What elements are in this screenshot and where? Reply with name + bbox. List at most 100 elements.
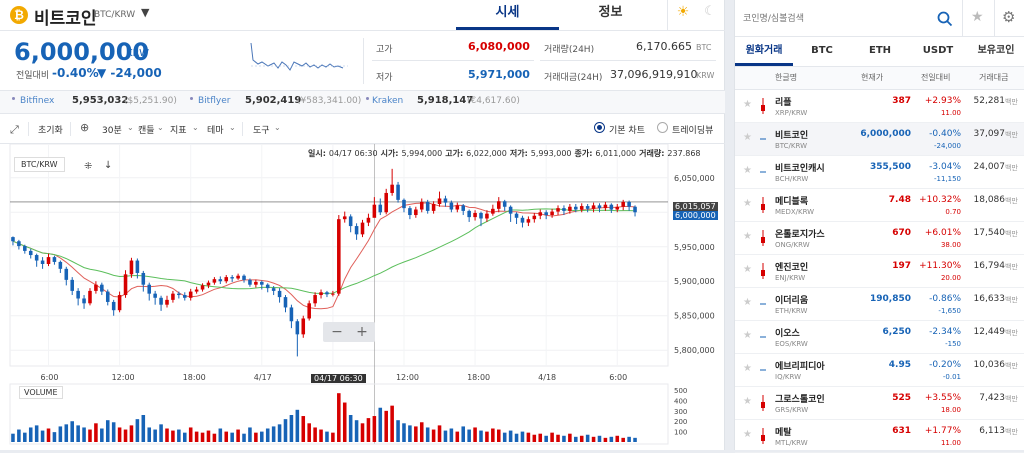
favorite-star-icon[interactable]: ★	[743, 429, 752, 440]
coin-price: 4.95	[888, 360, 911, 370]
coin-symbol: EOS/KRW	[775, 340, 808, 348]
tab-btc-market[interactable]: BTC	[793, 37, 851, 66]
candlestick-chart[interactable]: 6,050,000 6,000,000 5,950,000 5,900,000 5,85…	[0, 144, 725, 450]
coin-price: 6,250	[882, 327, 911, 337]
candle-body	[242, 275, 246, 280]
tab-market[interactable]: 시세	[456, 0, 559, 30]
volume-bar	[200, 432, 205, 442]
favorite-star-icon[interactable]: ★	[743, 198, 752, 209]
volume-bar	[496, 429, 501, 442]
candle-body	[265, 284, 270, 289]
coin-change-rate: +10.32%	[919, 195, 961, 205]
dark-theme-icon[interactable]: ☾	[700, 4, 720, 24]
theme-dropdown[interactable]: 테마	[207, 123, 224, 136]
coin-name: 그로스톨코인	[775, 395, 825, 405]
info-close: 6,011,000	[595, 149, 637, 158]
arrow-down-icon[interactable]: ↓	[104, 160, 112, 171]
coin-row[interactable]: ★ 리플 XRP/KRW 387 +2.93% 11.00 52,281 백만	[735, 90, 1024, 123]
tab-holdings[interactable]: 보유코인	[967, 37, 1024, 66]
basic-chart-radio[interactable]	[594, 122, 605, 133]
coin-amount: 24,007	[973, 162, 1006, 172]
candle-body	[177, 293, 181, 296]
coin-row[interactable]: ★ 엔진코인 ENJ/KRW 197 +11.30% 20.00 16,794 백만	[735, 255, 1024, 288]
candle-body	[402, 199, 406, 209]
volume-bar	[556, 434, 560, 442]
favorite-star-icon[interactable]: ★	[743, 363, 752, 374]
settings-gear-icon[interactable]: ⚙	[1002, 8, 1015, 26]
coin-row[interactable]: ★ 메디블록 MEDX/KRW 7.48 +10.32% 0.70 18,086 백만	[735, 189, 1024, 222]
candle-body	[603, 204, 608, 209]
volume-bar	[342, 402, 347, 442]
coin-row[interactable]: ★ 메탈 MTL/KRW 631 +1.77% 11.00 6,113 백만	[735, 420, 1024, 453]
price-currency: KRW	[126, 48, 149, 59]
favorite-star-icon[interactable]: ★	[743, 231, 752, 242]
coin-change-rate: +11.30%	[919, 261, 961, 271]
coin-row[interactable]: ★ 비트코인 BTC/KRW 6,000,000 -0.40% -24,000 37,097…	[735, 123, 1024, 156]
chevron-down-icon: ⌄	[229, 123, 236, 132]
tradingview-radio[interactable]	[657, 122, 668, 133]
candle-body	[579, 206, 584, 210]
volume-bar	[544, 435, 548, 442]
change-amount: ▼ -24,000	[97, 66, 162, 80]
volume-bar	[313, 427, 317, 442]
coin-change-diff: 38.00	[940, 241, 961, 249]
reset-button[interactable]: 초기화	[38, 123, 63, 136]
light-theme-icon[interactable]: ☀	[673, 4, 693, 24]
favorite-star-icon[interactable]: ★	[743, 330, 752, 341]
coin-row[interactable]: ★ 비트코인캐시 BCH/KRW 355,500 -3.04% -11,150 24,007…	[735, 156, 1024, 189]
tools-dropdown[interactable]: 도구	[253, 123, 270, 136]
candle-body	[289, 307, 294, 322]
col-header-amount[interactable]: 거래대금	[979, 72, 1008, 83]
zoom-in-button[interactable]: +	[352, 322, 372, 342]
candle-dropdown[interactable]: 캔들	[138, 123, 155, 136]
volume-bar	[491, 428, 495, 442]
candle-body	[562, 208, 566, 211]
favorite-star-icon[interactable]: ★	[743, 165, 752, 176]
col-header-name[interactable]: 한글명	[775, 72, 797, 83]
coin-change-rate: +6.01%	[924, 228, 961, 238]
favorite-star-icon[interactable]: ★	[743, 297, 752, 308]
candle-body	[230, 277, 234, 279]
vol-tick-label: 300	[674, 408, 687, 416]
volume-bar	[532, 434, 537, 442]
tab-krw-market[interactable]: 원화거래	[735, 37, 793, 66]
volume-bar	[271, 426, 276, 442]
search-icon[interactable]	[937, 11, 953, 27]
coin-select-dropdown-icon[interactable]: ▼	[141, 6, 149, 19]
favorite-star-icon[interactable]: ★	[743, 396, 752, 407]
candle-body	[200, 285, 205, 290]
coin-row[interactable]: ★ 이오스 EOS/KRW 6,250 -2.34% -150 12,449 백만	[735, 321, 1024, 354]
candle-body	[437, 198, 442, 204]
candle-body	[449, 202, 454, 210]
tab-info[interactable]: 정보	[559, 0, 662, 30]
tab-usdt-market[interactable]: USDT	[909, 37, 967, 66]
candle-body	[366, 217, 371, 223]
favorite-star-icon[interactable]: ★	[743, 132, 752, 143]
coin-search-input[interactable]	[743, 6, 933, 32]
expand-icon[interactable]: ⁜	[84, 161, 92, 172]
volume-bar	[603, 437, 608, 442]
globe-icon[interactable]: ⊕	[80, 121, 89, 134]
coin-row[interactable]: ★ 에브리피디아 IQ/KRW 4.95 -0.20% -0.01 10,036 백만	[735, 354, 1024, 387]
favorite-star-icon[interactable]: ★	[743, 99, 752, 110]
indicator-dropdown[interactable]: 지표	[170, 123, 187, 136]
fullscreen-icon[interactable]: ⤢	[10, 123, 19, 137]
volume-bar	[23, 432, 27, 442]
change-label: 전일대비	[16, 71, 50, 81]
favorite-star-icon[interactable]: ★	[743, 264, 752, 275]
col-header-price[interactable]: 현재가	[861, 72, 883, 83]
volume-bar	[265, 428, 270, 442]
zoom-out-button[interactable]: −	[327, 322, 347, 342]
candle-body	[585, 206, 590, 209]
candle-body	[260, 281, 264, 285]
favorite-star-icon[interactable]: ★	[971, 9, 984, 25]
info-vol-label: 거래량:	[639, 149, 665, 158]
coin-amount: 6,113	[979, 426, 1005, 436]
coin-row[interactable]: ★ 온톨로지가스 ONG/KRW 670 +6.01% 38.00 17,540 백만	[735, 222, 1024, 255]
interval-dropdown[interactable]: 30분	[102, 123, 122, 136]
col-header-change[interactable]: 전일대비	[921, 72, 950, 83]
coin-row[interactable]: ★ 그로스톨코인 GRS/KRW 525 +3.55% 18.00 7,423 백만	[735, 387, 1024, 420]
tab-eth-market[interactable]: ETH	[851, 37, 909, 66]
y-tick-label: 5,950,000	[674, 243, 715, 252]
coin-row[interactable]: ★ 이더리움 ETH/KRW 190,850 -0.86% -1,650 16,633 백만	[735, 288, 1024, 321]
